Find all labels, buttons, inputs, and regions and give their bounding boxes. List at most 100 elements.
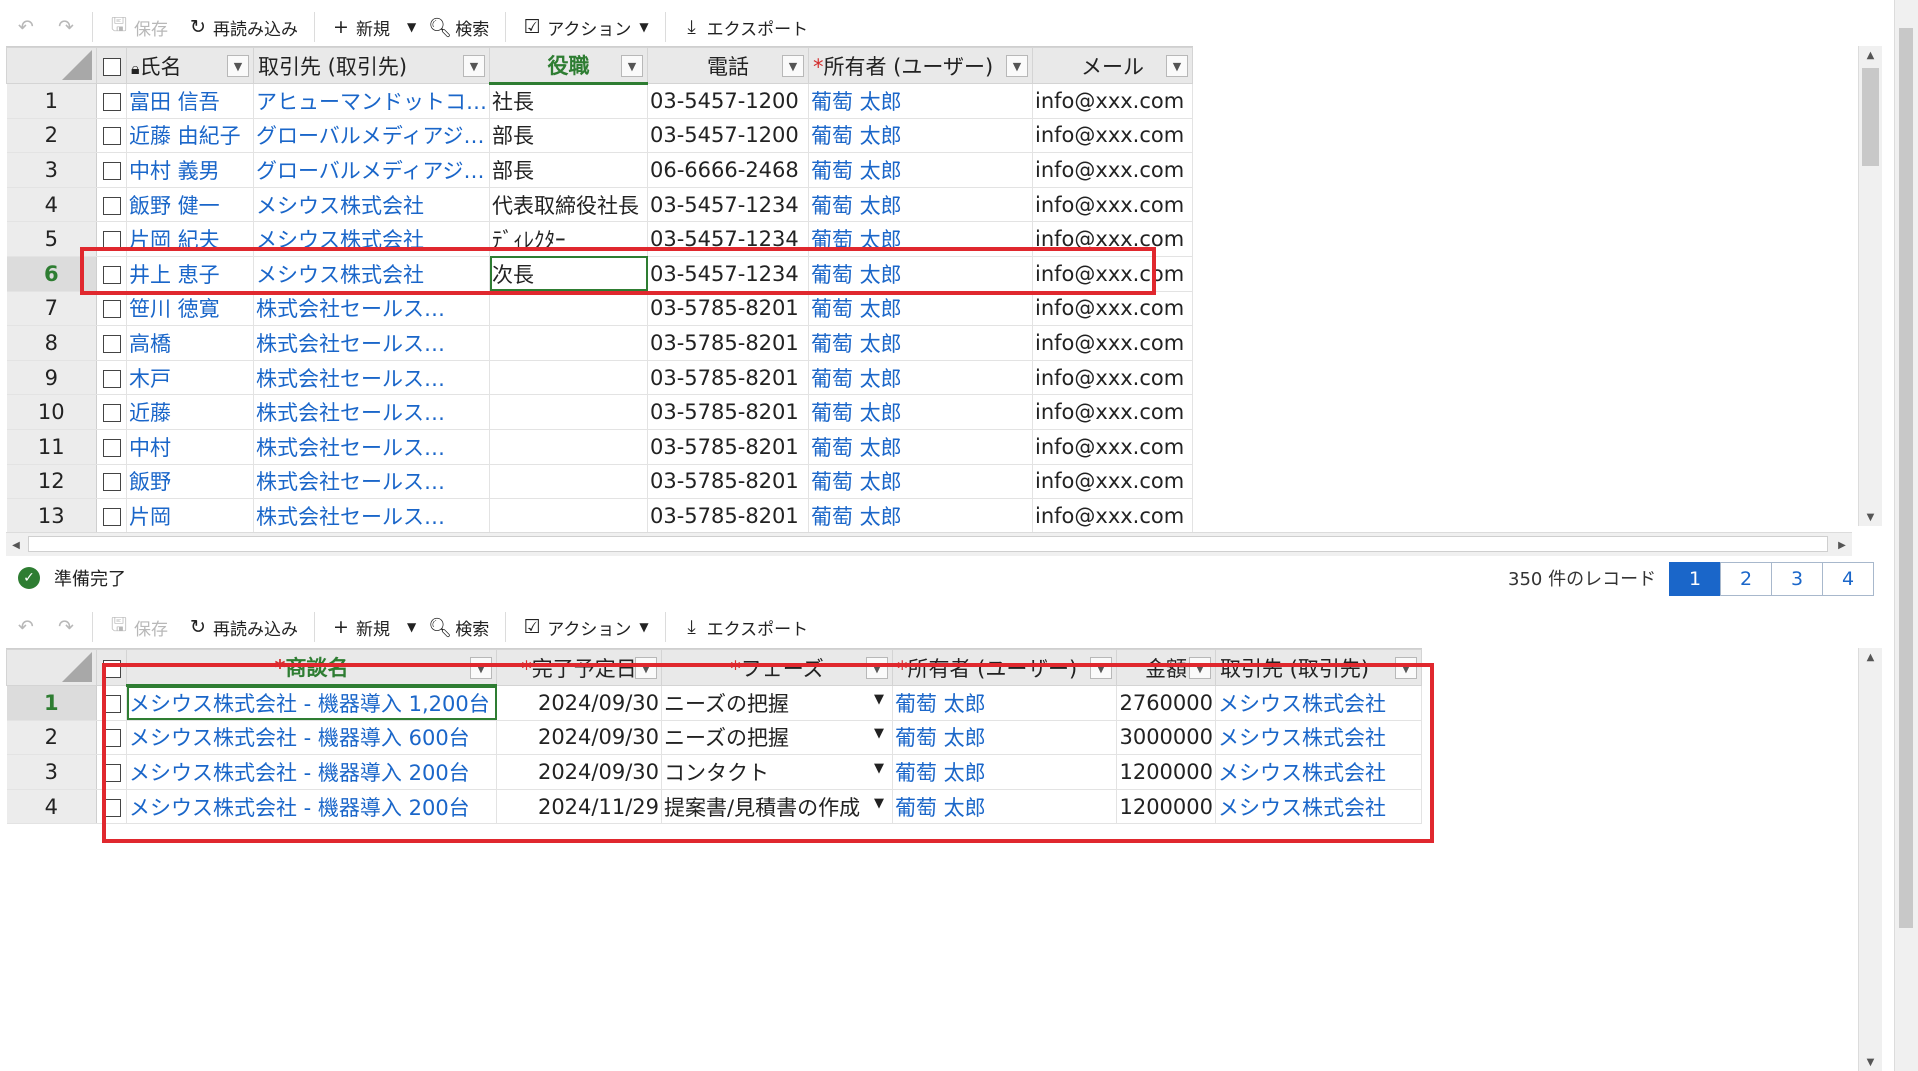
row-number[interactable]: 3 xyxy=(6,754,97,790)
page-button[interactable]: 4 xyxy=(1822,562,1874,596)
row-checkbox-cell[interactable] xyxy=(96,720,127,756)
cell-phase[interactable]: ▼ コンタクト xyxy=(661,754,893,790)
cell-title[interactable] xyxy=(489,291,648,327)
table-row[interactable]: 10 近藤 株式会社セールス… 03-5785-8201 葡萄 太郎 info@xxx.c… xyxy=(6,394,1193,430)
row-checkbox[interactable] xyxy=(102,729,121,748)
row-checkbox[interactable] xyxy=(102,334,121,353)
cell-name[interactable]: 近藤 xyxy=(126,394,254,430)
cell-owner[interactable]: 葡萄 太郎 xyxy=(808,464,1033,500)
cell-title[interactable]: 社長 xyxy=(489,83,648,119)
header-checkbox-cell[interactable] xyxy=(96,649,127,686)
cell-title[interactable]: ﾃﾞｨﾚｸﾀｰ xyxy=(489,221,648,257)
cell-name[interactable]: 片岡 紀夫 xyxy=(126,221,254,257)
cell-phone[interactable]: 03-5457-1234 xyxy=(647,256,809,292)
cell-name[interactable]: 中村 xyxy=(126,429,254,465)
cell-phone[interactable]: 03-5457-1234 xyxy=(647,187,809,223)
row-number[interactable]: 12 xyxy=(6,464,97,500)
col-header-account[interactable]: 取引先 (取引先) ▼ xyxy=(253,47,490,84)
filter-dropdown-icon[interactable]: ▼ xyxy=(1189,657,1211,679)
cell-account[interactable]: 株式会社セールス… xyxy=(253,325,490,361)
select-all-checkbox[interactable] xyxy=(102,659,121,678)
table-row[interactable]: 1 富田 信吾 アヒューマンドットコ… 社長 03-5457-1200 葡萄 太郎 info… xyxy=(6,83,1193,119)
cell-phone[interactable]: 03-5785-8201 xyxy=(647,291,809,327)
cell-owner[interactable]: 葡萄 太郎 xyxy=(808,394,1033,430)
page-button[interactable]: 3 xyxy=(1771,562,1823,596)
scroll-thumb[interactable] xyxy=(1899,28,1913,928)
cell-name[interactable]: 木戸 xyxy=(126,360,254,396)
col-header-account[interactable]: 取引先 (取引先) ▼ xyxy=(1215,649,1422,686)
new-button[interactable]: + 新規 xyxy=(321,9,400,45)
select-all-corner[interactable] xyxy=(6,47,97,84)
row-checkbox[interactable] xyxy=(102,473,121,492)
table-row[interactable]: 8 高橋 株式会社セールス… 03-5785-8201 葡萄 太郎 info@xxx.co… xyxy=(6,325,1193,361)
cell-email[interactable]: info@xxx.com xyxy=(1032,118,1193,154)
cell-title[interactable]: 部長 xyxy=(489,152,648,188)
cell-opportunity-name[interactable]: メシウス株式会社 - 機器導入 200台 xyxy=(126,789,497,825)
filter-dropdown-icon[interactable]: ▼ xyxy=(1090,657,1112,679)
cell-account[interactable]: グローバルメディアジ… xyxy=(253,118,490,154)
cell-title[interactable]: 次長 xyxy=(489,256,648,292)
cell-phone[interactable]: 03-5785-8201 xyxy=(647,429,809,465)
undo-button[interactable]: ↶ xyxy=(6,609,46,645)
cell-name[interactable]: 中村 義男 xyxy=(126,152,254,188)
cell-account[interactable]: グローバルメディアジ… xyxy=(253,152,490,188)
cell-amount[interactable]: 2760000 xyxy=(1116,685,1216,721)
row-checkbox-cell[interactable] xyxy=(96,754,127,790)
row-checkbox-cell[interactable] xyxy=(96,789,127,825)
col-header-close-date[interactable]: *完了予定日 ▼ xyxy=(496,649,662,686)
row-checkbox[interactable] xyxy=(102,231,121,250)
row-number[interactable]: 7 xyxy=(6,291,97,327)
cell-email[interactable]: info@xxx.com xyxy=(1032,360,1193,396)
cell-email[interactable]: info@xxx.com xyxy=(1032,394,1193,430)
cell-opportunity-name[interactable]: メシウス株式会社 - 機器導入 200台 xyxy=(126,754,497,790)
cell-phone[interactable]: 03-5785-8201 xyxy=(647,360,809,396)
cell-account[interactable]: 株式会社セールス… xyxy=(253,429,490,465)
cell-phone[interactable]: 03-5785-8201 xyxy=(647,394,809,430)
cell-close-date[interactable]: 2024/09/30 xyxy=(496,720,662,756)
page-vertical-scrollbar[interactable] xyxy=(1894,0,1918,1071)
table-row[interactable]: 11 中村 株式会社セールス… 03-5785-8201 葡萄 太郎 info@xxx.c… xyxy=(6,429,1193,465)
reload-button[interactable]: ↻ 再読み込み xyxy=(178,9,308,45)
filter-dropdown-icon[interactable]: ▼ xyxy=(621,55,643,77)
save-button[interactable]: 🖫 保存 xyxy=(99,9,178,45)
cell-owner[interactable]: 葡萄 太郎 xyxy=(892,685,1117,721)
filter-dropdown-icon[interactable]: ▼ xyxy=(782,55,804,77)
cell-name[interactable]: 高橋 xyxy=(126,325,254,361)
header-checkbox-cell[interactable] xyxy=(96,47,127,84)
table-row[interactable]: 1 メシウス株式会社 - 機器導入 1,200台 2024/09/30 ▼ ニーズの把握… xyxy=(6,685,1422,721)
table-row[interactable]: 6 井上 恵子 メシウス株式会社 次長 03-5457-1234 葡萄 太郎 info@xx… xyxy=(6,256,1193,292)
cell-name[interactable]: 近藤 由紀子 xyxy=(126,118,254,154)
cell-email[interactable]: info@xxx.com xyxy=(1032,498,1193,534)
row-checkbox[interactable] xyxy=(102,127,121,146)
filter-dropdown-icon[interactable]: ▼ xyxy=(470,657,492,679)
cell-owner[interactable]: 葡萄 太郎 xyxy=(808,291,1033,327)
cell-phone[interactable]: 03-5457-1200 xyxy=(647,118,809,154)
scroll-down-arrow-icon[interactable]: ▼ xyxy=(1859,1053,1882,1071)
undo-button[interactable]: ↶ xyxy=(6,9,46,45)
cell-name[interactable]: 富田 信吾 xyxy=(126,83,254,119)
cell-phone[interactable]: 06-6666-2468 xyxy=(647,152,809,188)
row-checkbox[interactable] xyxy=(102,404,121,423)
cell-phase[interactable]: ▼ 提案書/見積書の作成 xyxy=(661,789,893,825)
dropdown-arrow-icon[interactable]: ▼ xyxy=(874,726,884,741)
cell-amount[interactable]: 1200000 xyxy=(1116,789,1216,825)
cell-account[interactable]: メシウス株式会社 xyxy=(1215,754,1422,790)
filter-dropdown-icon[interactable]: ▼ xyxy=(463,55,485,77)
scroll-thumb[interactable] xyxy=(1862,68,1879,166)
row-number[interactable]: 1 xyxy=(6,83,97,119)
cell-account[interactable]: 株式会社セールス… xyxy=(253,464,490,500)
cell-phone[interactable]: 03-5785-8201 xyxy=(647,498,809,534)
cell-phone[interactable]: 03-5785-8201 xyxy=(647,325,809,361)
cell-email[interactable]: info@xxx.com xyxy=(1032,429,1193,465)
cell-owner[interactable]: 葡萄 太郎 xyxy=(808,221,1033,257)
cell-title[interactable] xyxy=(489,464,648,500)
cell-owner[interactable]: 葡萄 太郎 xyxy=(808,498,1033,534)
scroll-thumb[interactable] xyxy=(28,536,1828,552)
cell-phase[interactable]: ▼ ニーズの把握 xyxy=(661,685,893,721)
search-button[interactable]: 🔍︎ 検索 xyxy=(420,609,499,645)
cell-email[interactable]: info@xxx.com xyxy=(1032,325,1193,361)
row-checkbox-cell[interactable] xyxy=(96,498,127,534)
filter-dropdown-icon[interactable]: ▼ xyxy=(635,657,657,679)
row-number[interactable]: 11 xyxy=(6,429,97,465)
cell-account[interactable]: メシウス株式会社 xyxy=(1215,789,1422,825)
